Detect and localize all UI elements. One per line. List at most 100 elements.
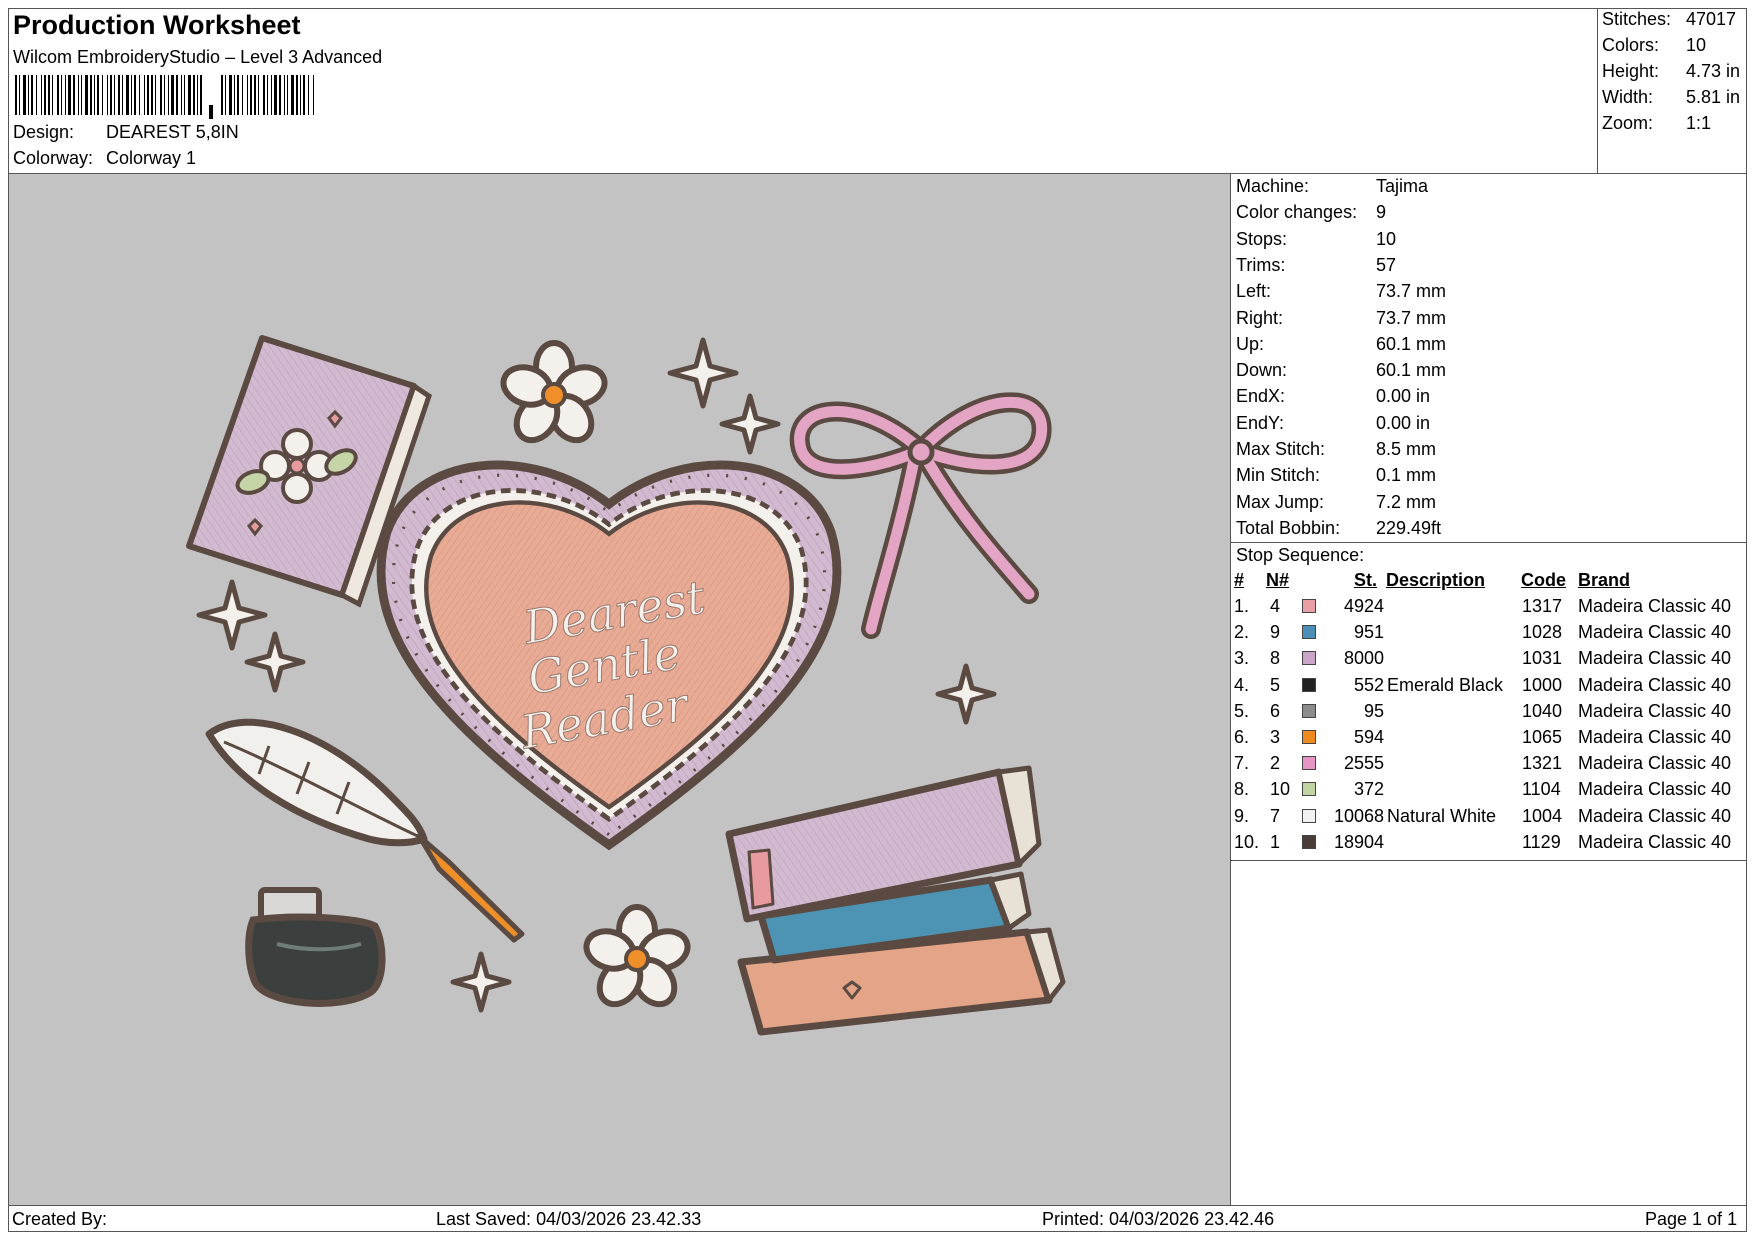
sequence-divider xyxy=(1231,860,1747,861)
info-label: Max Jump: xyxy=(1236,491,1325,512)
colorway-label: Colorway: xyxy=(13,148,94,168)
sequence-brand: Madeira Classic 40 xyxy=(1578,596,1732,616)
info-label: Trims: xyxy=(1236,254,1286,275)
daisy-flower-top xyxy=(500,340,608,444)
sequence-index: 7. xyxy=(1234,753,1250,774)
thread-color-swatch xyxy=(1302,703,1316,718)
sequence-code: 1000 xyxy=(1522,674,1563,695)
heart-badge: Dearest Gentle Reader xyxy=(376,460,842,851)
info-value: 10 xyxy=(1376,228,1397,249)
info-label: Left: xyxy=(1236,281,1272,302)
info-label: Up: xyxy=(1236,333,1265,354)
info-value: 0.00 in xyxy=(1376,386,1431,407)
sequence-code: 1004 xyxy=(1522,805,1563,826)
info-value: 0.1 mm xyxy=(1376,465,1437,486)
sequence-code: 1104 xyxy=(1522,779,1561,800)
sequence-brand: Madeira Classic 40 xyxy=(1578,779,1732,800)
info-value: 9 xyxy=(1376,202,1387,223)
sequence-code: 1028 xyxy=(1522,622,1563,643)
info-value: 57 xyxy=(1376,254,1397,275)
sequence-stitches: 372 xyxy=(1353,779,1384,800)
sequence-stitches: 4924 xyxy=(1343,596,1384,616)
sequence-index: 10. xyxy=(1234,831,1260,852)
page-title: Production Worksheet xyxy=(13,10,301,40)
thread-color-swatch xyxy=(1302,599,1316,613)
sequence-code: 1321 xyxy=(1522,753,1563,774)
page-number: Page 1 of 1 xyxy=(1645,1209,1738,1229)
col-index: # xyxy=(1234,570,1245,590)
quill-feather-illustration xyxy=(205,718,525,943)
sequence-index: 2. xyxy=(1234,622,1250,643)
info-label: EndY: xyxy=(1236,412,1285,433)
thread-color-swatch xyxy=(1302,834,1316,849)
info-label: Machine: xyxy=(1236,176,1310,196)
last-saved: Last Saved: 04/03/2026 23.42.33 xyxy=(436,1209,702,1229)
sequence-index: 6. xyxy=(1234,727,1250,747)
sequence-code: 1040 xyxy=(1522,700,1563,721)
sequence-index: 3. xyxy=(1234,648,1250,669)
thread-color-swatch xyxy=(1302,730,1316,744)
worksheet-header: Production Worksheet Wilcom EmbroiderySt… xyxy=(9,9,1594,173)
sequence-stitches: 8000 xyxy=(1343,648,1384,669)
info-value: Tajima xyxy=(1376,176,1429,196)
info-label: Stops: xyxy=(1236,228,1288,249)
info-label: Min Stitch: xyxy=(1236,465,1321,486)
sequence-index: 9. xyxy=(1234,805,1250,826)
software-name: Wilcom EmbroideryStudio – Level 3 Advanc… xyxy=(13,47,383,67)
sequence-code: 1129 xyxy=(1522,831,1561,852)
info-value: 60.1 mm xyxy=(1376,360,1447,381)
sequence-stitches: 18904 xyxy=(1333,831,1384,852)
sequence-index: 5. xyxy=(1234,700,1250,721)
info-value: 8.5 mm xyxy=(1376,439,1437,459)
info-label: Total Bobbin: xyxy=(1236,517,1341,538)
stop-sequence-title: Stop Sequence: xyxy=(1236,545,1365,565)
sequence-brand: Madeira Classic 40 xyxy=(1578,648,1732,669)
info-divider xyxy=(1231,542,1747,543)
info-label: Color changes: xyxy=(1236,202,1358,223)
sequence-stitches: 594 xyxy=(1353,727,1384,747)
info-label: Right: xyxy=(1236,307,1284,328)
col-stitches: St. xyxy=(1354,570,1378,590)
sequence-brand: Madeira Classic 40 xyxy=(1578,622,1732,643)
printed-timestamp: Printed: 04/03/2026 23.42.46 xyxy=(1042,1209,1275,1229)
info-label: Down: xyxy=(1236,360,1288,381)
daisy-flower-bottom xyxy=(583,904,691,1008)
sequence-brand: Madeira Classic 40 xyxy=(1578,700,1732,721)
design-label: Design: xyxy=(13,122,75,142)
sequence-stitches: 95 xyxy=(1363,700,1384,721)
design-value: DEAREST 5,8IN xyxy=(106,122,239,142)
info-value: 73.7 mm xyxy=(1376,307,1447,328)
info-value: 229.49ft xyxy=(1376,517,1442,538)
sequence-index: 8. xyxy=(1234,779,1250,800)
created-by: Created By: xyxy=(12,1209,108,1229)
sequence-code: 1065 xyxy=(1522,727,1563,747)
sequence-index: 4. xyxy=(1234,674,1250,695)
sequence-description: Emerald Black xyxy=(1387,674,1504,695)
sequence-brand: Madeira Classic 40 xyxy=(1578,753,1732,774)
info-value: 60.1 mm xyxy=(1376,333,1447,354)
thread-color-swatch xyxy=(1302,808,1316,823)
panel-divider xyxy=(1230,174,1231,1205)
thread-color-swatch xyxy=(1302,651,1316,666)
summary-stats: Stitches: 47017 Colors: 10 Height: 4.73 in … xyxy=(1597,9,1748,173)
thread-color-swatch xyxy=(1302,756,1316,771)
sequence-brand: Madeira Classic 40 xyxy=(1578,831,1732,852)
sequence-index: 1. xyxy=(1234,596,1250,616)
sequence-brand: Madeira Classic 40 xyxy=(1578,727,1732,747)
col-description: Description xyxy=(1386,570,1486,590)
thread-color-swatch xyxy=(1302,782,1316,797)
design-preview: Dearest Gentle Reader xyxy=(9,174,1230,1205)
thread-color-swatch xyxy=(1302,625,1316,640)
col-needle: N# xyxy=(1266,570,1290,590)
info-value: 0.00 in xyxy=(1376,412,1431,433)
sequence-description: Natural White xyxy=(1387,805,1497,826)
sequence-code: 1031 xyxy=(1522,648,1563,669)
footer-divider xyxy=(8,1205,1747,1206)
col-brand: Brand xyxy=(1578,570,1631,590)
info-value: 73.7 mm xyxy=(1376,281,1447,302)
sequence-code: 1317 xyxy=(1522,596,1563,616)
sequence-stitches: 10068 xyxy=(1333,805,1384,826)
sequence-brand: Madeira Classic 40 xyxy=(1578,805,1732,826)
info-label: EndX: xyxy=(1236,386,1286,407)
ink-bottle-illustration xyxy=(245,887,386,1007)
